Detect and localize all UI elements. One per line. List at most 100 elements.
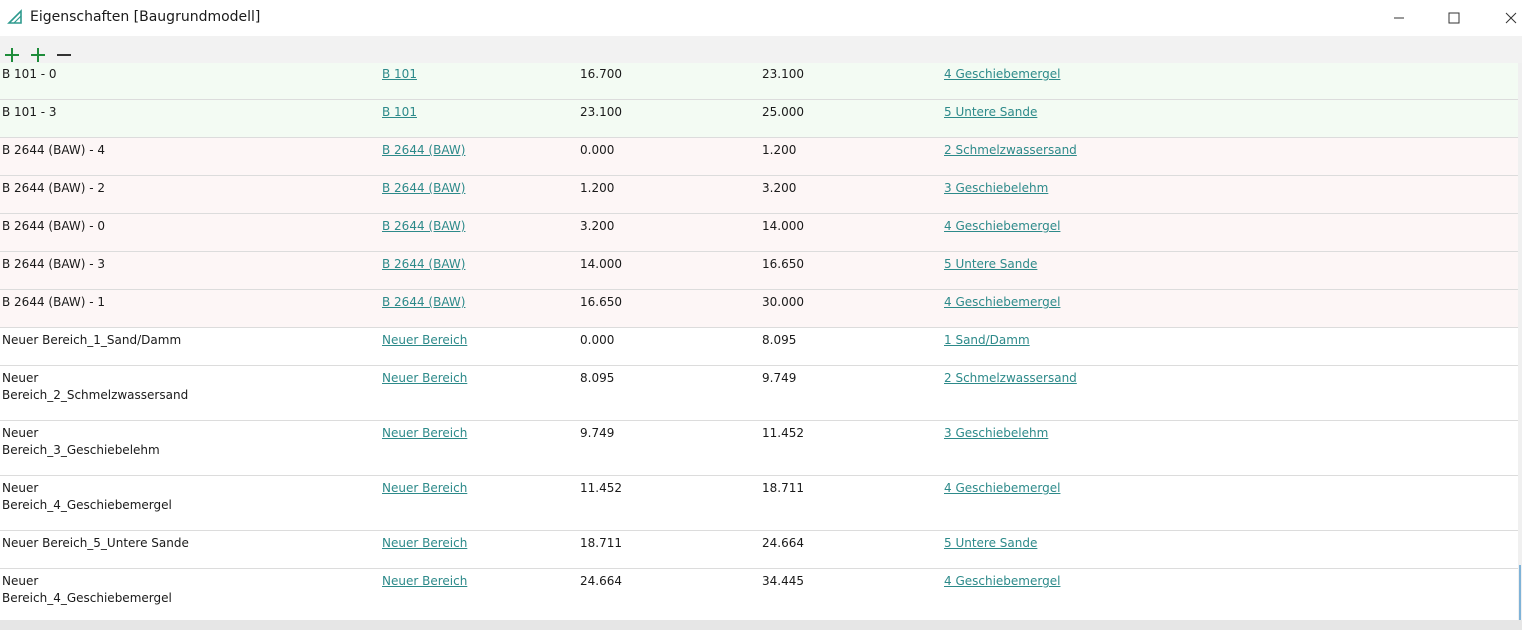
table-row[interactable]: B 2644 (BAW) - 2 B 2644 (BAW) 1.200 3.200 3 … (0, 176, 1518, 214)
window-title: Eigenschaften [Baugrundmodell] (30, 9, 261, 25)
row-name-cell: B 2644 (BAW) - 4 (2, 143, 106, 157)
bereich-link[interactable]: B 101 (382, 104, 417, 121)
row-name-line: Neuer (2, 426, 39, 440)
bereich-link[interactable]: B 2644 (BAW) (382, 256, 465, 273)
table-row[interactable]: B 101 - 0 B 101 16.700 23.100 4 Geschiebemer… (0, 63, 1518, 100)
row-name-cell: Neuer Bereich_4_Geschiebemergel (2, 573, 362, 607)
bereich-link[interactable]: B 2644 (BAW) (382, 218, 465, 235)
add-sub-button[interactable] (29, 46, 47, 64)
depth-to-cell: 11.452 (762, 426, 804, 440)
scrollbar-thumb[interactable] (1519, 565, 1521, 620)
bereich-link[interactable]: B 2644 (BAW) (382, 180, 465, 197)
vertical-scrollbar[interactable] (1518, 63, 1522, 620)
depth-to-cell: 34.445 (762, 574, 804, 588)
row-name-cell: B 2644 (BAW) - 0 (2, 219, 106, 233)
title-bar: Eigenschaften [Baugrundmodell] (0, 0, 1522, 36)
table-row[interactable]: B 2644 (BAW) - 1 B 2644 (BAW) 16.650 30.000… (0, 290, 1518, 328)
depth-from-cell: 18.711 (580, 536, 622, 550)
depth-from-cell: 23.100 (580, 105, 622, 119)
layer-link[interactable]: 3 Geschiebelehm (944, 425, 1048, 442)
bereich-link[interactable]: B 101 (382, 66, 417, 83)
layer-link[interactable]: 4 Geschiebemergel (944, 573, 1060, 590)
layer-link[interactable]: 4 Geschiebemergel (944, 66, 1060, 83)
row-name-cell: B 101 - 0 (2, 67, 57, 81)
triangle-app-icon (7, 9, 22, 24)
depth-to-cell: 16.650 (762, 257, 804, 271)
remove-button[interactable] (55, 46, 73, 64)
depth-to-cell: 24.664 (762, 536, 804, 550)
minimize-icon (1394, 17, 1404, 19)
depth-to-cell: 23.100 (762, 67, 804, 81)
depth-from-cell: 14.000 (580, 257, 622, 271)
depth-to-cell: 25.000 (762, 105, 804, 119)
layer-link[interactable]: 4 Geschiebemergel (944, 480, 1060, 497)
properties-table: B 101 - 0 B 101 16.700 23.100 4 Geschiebemer… (0, 63, 1518, 620)
layer-link[interactable]: 1 Sand/Damm (944, 332, 1030, 349)
table-row[interactable]: Neuer Bereich_4_Geschiebemergel Neuer Bere… (0, 476, 1518, 531)
depth-to-cell: 18.711 (762, 481, 804, 495)
bereich-link[interactable]: Neuer Bereich (382, 480, 467, 497)
add-icon (31, 48, 45, 62)
close-button[interactable] (1488, 0, 1522, 36)
maximize-button[interactable] (1431, 0, 1477, 36)
row-name-line: Neuer (2, 371, 39, 385)
table-row[interactable]: Neuer Bereich_4_Geschiebemergel Neuer Bere… (0, 569, 1518, 620)
table-row[interactable]: Neuer Bereich_2_Schmelzwassersand Neuer Be… (0, 366, 1518, 421)
row-name-cell: Neuer Bereich_2_Schmelzwassersand (2, 370, 362, 404)
table-row[interactable]: B 101 - 3 B 101 23.100 25.000 5 Untere Sande (0, 100, 1518, 138)
depth-from-cell: 0.000 (580, 143, 615, 157)
table-row[interactable]: Neuer Bereich_5_Untere Sande Neuer Bereic… (0, 531, 1518, 569)
layer-link[interactable]: 5 Untere Sande (944, 104, 1037, 121)
layer-link[interactable]: 2 Schmelzwassersand (944, 370, 1077, 387)
add-icon (5, 48, 19, 62)
depth-from-cell: 16.700 (580, 67, 622, 81)
table-row[interactable]: B 2644 (BAW) - 0 B 2644 (BAW) 3.200 14.000 4… (0, 214, 1518, 252)
bereich-link[interactable]: Neuer Bereich (382, 573, 467, 590)
row-name-cell: B 2644 (BAW) - 1 (2, 295, 106, 309)
table-row[interactable]: B 2644 (BAW) - 3 B 2644 (BAW) 14.000 16.650… (0, 252, 1518, 290)
depth-from-cell: 8.095 (580, 371, 615, 385)
depth-to-cell: 8.095 (762, 333, 797, 347)
row-name-cell: B 2644 (BAW) - 2 (2, 181, 106, 195)
depth-to-cell: 30.000 (762, 295, 804, 309)
minimize-button[interactable] (1376, 0, 1422, 36)
depth-to-cell: 3.200 (762, 181, 797, 195)
row-name-line: Bereich_4_Geschiebemergel (2, 591, 172, 605)
row-name-line: Neuer (2, 481, 39, 495)
row-name-cell: Neuer Bereich_4_Geschiebemergel (2, 480, 362, 514)
row-name-line: Bereich_3_Geschiebelehm (2, 443, 160, 457)
horizontal-scrollbar[interactable] (0, 620, 1522, 630)
depth-from-cell: 0.000 (580, 333, 615, 347)
row-name-cell: Neuer Bereich_5_Untere Sande (2, 536, 189, 550)
row-name-cell: Neuer Bereich_3_Geschiebelehm (2, 425, 362, 459)
layer-link[interactable]: 5 Untere Sande (944, 535, 1037, 552)
row-name-cell: B 101 - 3 (2, 105, 57, 119)
layer-link[interactable]: 4 Geschiebemergel (944, 218, 1060, 235)
depth-from-cell: 9.749 (580, 426, 615, 440)
row-name-line: Bereich_4_Geschiebemergel (2, 498, 172, 512)
table-row[interactable]: Neuer Bereich_1_Sand/Damm Neuer Bereich 0.… (0, 328, 1518, 366)
bereich-link[interactable]: Neuer Bereich (382, 370, 467, 387)
bereich-link[interactable]: Neuer Bereich (382, 425, 467, 442)
depth-to-cell: 1.200 (762, 143, 797, 157)
close-icon (1505, 12, 1517, 24)
bereich-link[interactable]: B 2644 (BAW) (382, 294, 465, 311)
table-row[interactable]: B 2644 (BAW) - 4 B 2644 (BAW) 0.000 1.200 2 … (0, 138, 1518, 176)
add-button[interactable] (3, 46, 21, 64)
row-name-line: Bereich_2_Schmelzwassersand (2, 388, 189, 402)
layer-link[interactable]: 2 Schmelzwassersand (944, 142, 1077, 159)
depth-from-cell: 16.650 (580, 295, 622, 309)
layer-link[interactable]: 4 Geschiebemergel (944, 294, 1060, 311)
depth-to-cell: 9.749 (762, 371, 797, 385)
bereich-link[interactable]: Neuer Bereich (382, 535, 467, 552)
remove-icon (57, 54, 71, 56)
table-row[interactable]: Neuer Bereich_3_Geschiebelehm Neuer Bereic… (0, 421, 1518, 476)
layer-link[interactable]: 3 Geschiebelehm (944, 180, 1048, 197)
bereich-link[interactable]: Neuer Bereich (382, 332, 467, 349)
row-name-cell: Neuer Bereich_1_Sand/Damm (2, 333, 182, 347)
bereich-link[interactable]: B 2644 (BAW) (382, 142, 465, 159)
depth-from-cell: 24.664 (580, 574, 622, 588)
depth-from-cell: 1.200 (580, 181, 615, 195)
maximize-icon (1448, 12, 1460, 24)
layer-link[interactable]: 5 Untere Sande (944, 256, 1037, 273)
